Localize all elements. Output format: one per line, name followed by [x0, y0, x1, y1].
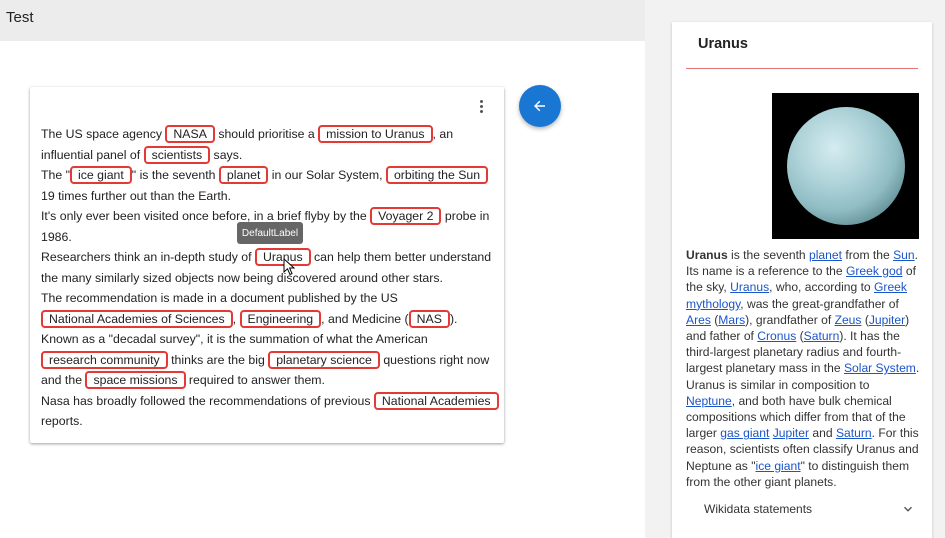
entity-annotation[interactable]: space missions	[85, 371, 186, 389]
text-segment: says.	[210, 147, 243, 162]
text-segment: , and Medicine (	[321, 311, 409, 326]
chevron-down-icon	[904, 506, 912, 512]
wiki-link[interactable]: Solar System	[844, 361, 916, 375]
text-segment: reports.	[41, 414, 83, 428]
text-segment: 19 times further out than the Earth.	[41, 188, 232, 203]
mouse-pointer-icon	[283, 258, 296, 276]
text-segment: is the seventh	[727, 248, 810, 262]
document-card: The US space agency NASA should prioriti…	[30, 87, 504, 443]
wiki-link[interactable]: Uranus	[730, 280, 769, 294]
text-segment: , was the great-grandfather of	[740, 296, 899, 311]
wikidata-statements-toggle[interactable]: Wikidata statements	[704, 499, 914, 519]
entity-tooltip: DefaultLabel	[237, 222, 303, 244]
entity-annotation[interactable]: National Academies of Sciences	[41, 309, 233, 328]
text-segment: thinks are the big	[167, 352, 269, 367]
text-segment: Nasa has broadly followed the recommenda…	[41, 393, 374, 408]
wiki-link[interactable]: Saturn	[836, 426, 872, 440]
text-segment: (	[796, 329, 804, 344]
text-segment: , who, according to	[769, 280, 875, 295]
panel-divider	[686, 68, 918, 69]
entity-annotation[interactable]: Voyager 2	[370, 207, 442, 225]
document-paragraph: The recommendation is made in a document…	[41, 288, 501, 329]
entity-annotation[interactable]: Engineering	[239, 309, 322, 328]
entity-description: Uranus is the seventh planet from the Su…	[686, 247, 920, 490]
wiki-link[interactable]: ice giant	[756, 459, 801, 473]
text-segment: (	[861, 312, 869, 327]
uranus-image	[772, 93, 919, 239]
text-segment: and	[809, 426, 836, 441]
text-segment: ), grandfather of	[745, 312, 835, 327]
arrow-left-icon	[534, 100, 545, 112]
entity-annotation[interactable]: National Academies	[373, 391, 499, 410]
entity-annotation[interactable]: planet	[218, 166, 269, 184]
document-paragraph: Researchers think an in-depth study of U…	[41, 247, 501, 288]
wiki-link[interactable]: Cronus	[757, 329, 796, 343]
wiki-link[interactable]: Jupiter	[869, 313, 905, 327]
main-area: Test The US space agency NASA should pri…	[0, 0, 645, 538]
wiki-link[interactable]: planet	[809, 248, 842, 262]
entity-annotation[interactable]: NASA	[165, 125, 215, 143]
wikidata-label: Wikidata statements	[704, 502, 813, 516]
text-segment: The "	[41, 168, 70, 182]
wiki-link[interactable]: Saturn	[804, 329, 840, 343]
wiki-link[interactable]: Neptune	[686, 394, 732, 408]
document-paragraph: Nasa has broadly followed the recommenda…	[41, 391, 501, 432]
entity-annotation[interactable]: mission to Uranus	[318, 125, 433, 143]
entity-annotation[interactable]: research community	[41, 350, 168, 369]
wiki-link[interactable]: Ares	[686, 313, 711, 327]
entity-name-bold: Uranus	[686, 248, 728, 262]
document-paragraph: The US space agency NASA should prioriti…	[41, 124, 501, 165]
entity-info-panel: Uranus Uranus is the seventh planet from…	[672, 22, 932, 538]
text-segment: required to answer them.	[185, 373, 325, 387]
text-segment: The US space agency	[41, 127, 166, 141]
text-segment: should prioritise a	[214, 127, 319, 141]
entity-annotation[interactable]: orbiting the Sun	[385, 166, 489, 184]
entity-annotation[interactable]: NAS	[408, 309, 450, 328]
wiki-link[interactable]: Greek god	[846, 264, 902, 278]
wiki-link[interactable]: gas giant	[720, 426, 769, 440]
text-segment: " is the seventh	[131, 168, 219, 182]
document-text: The US space agency NASA should prioriti…	[41, 124, 501, 432]
right-sidebar: Uranus Uranus is the seventh planet from…	[645, 0, 945, 538]
text-segment: The recommendation is made in a document…	[41, 291, 398, 305]
text-segment: Known as a "decadal survey", it is the s…	[41, 332, 428, 346]
text-segment: in our Solar System,	[268, 168, 386, 182]
document-paragraph: Known as a "decadal survey", it is the s…	[41, 329, 501, 391]
wiki-link[interactable]: Sun	[893, 248, 915, 262]
app-title: Test	[6, 9, 34, 26]
entity-annotation[interactable]: planetary science	[268, 350, 380, 369]
entity-annotation[interactable]: scientists	[143, 145, 211, 164]
wiki-link[interactable]: Zeus	[835, 313, 862, 327]
entity-annotation[interactable]: ice giant	[69, 166, 132, 184]
text-segment: Researchers think an in-depth study of	[41, 250, 255, 264]
top-bar: Test	[0, 0, 645, 41]
panel-title: Uranus	[698, 36, 748, 52]
back-button[interactable]	[519, 85, 561, 127]
text-segment: It's only ever been visited once before,…	[41, 209, 371, 223]
more-vert-icon[interactable]	[474, 97, 488, 115]
text-segment: ,	[232, 311, 240, 326]
planet-sphere	[786, 107, 905, 225]
wiki-link[interactable]: Mars	[718, 313, 745, 327]
text-segment: from the	[841, 248, 894, 262]
text-segment: ).	[449, 311, 458, 326]
wiki-link[interactable]: Jupiter	[773, 426, 809, 440]
document-paragraph: The " ice giant " is the seventh planet in…	[41, 165, 501, 206]
